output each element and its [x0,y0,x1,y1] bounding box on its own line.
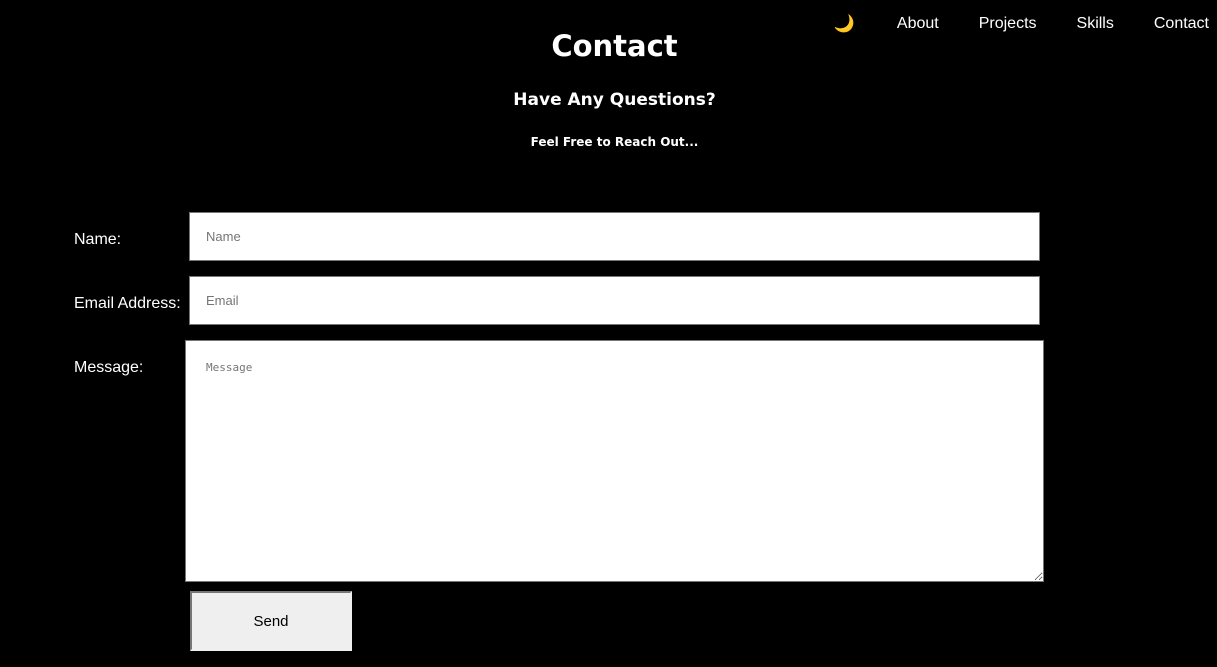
email-input[interactable] [189,276,1040,325]
contact-page: 🌙 About Projects Skills Contact Contact … [0,0,1217,667]
page-title: Contact [551,29,678,63]
message-label: Message: [74,359,144,376]
email-label: Email Address: [74,295,181,312]
name-label: Name: [74,231,122,248]
page-subtitle: Have Any Questions? [513,90,716,110]
page-tagline: Feel Free to Reach Out... [530,135,699,149]
send-button[interactable]: Send [190,591,352,651]
name-input[interactable] [189,212,1040,261]
message-textarea[interactable] [185,340,1044,582]
